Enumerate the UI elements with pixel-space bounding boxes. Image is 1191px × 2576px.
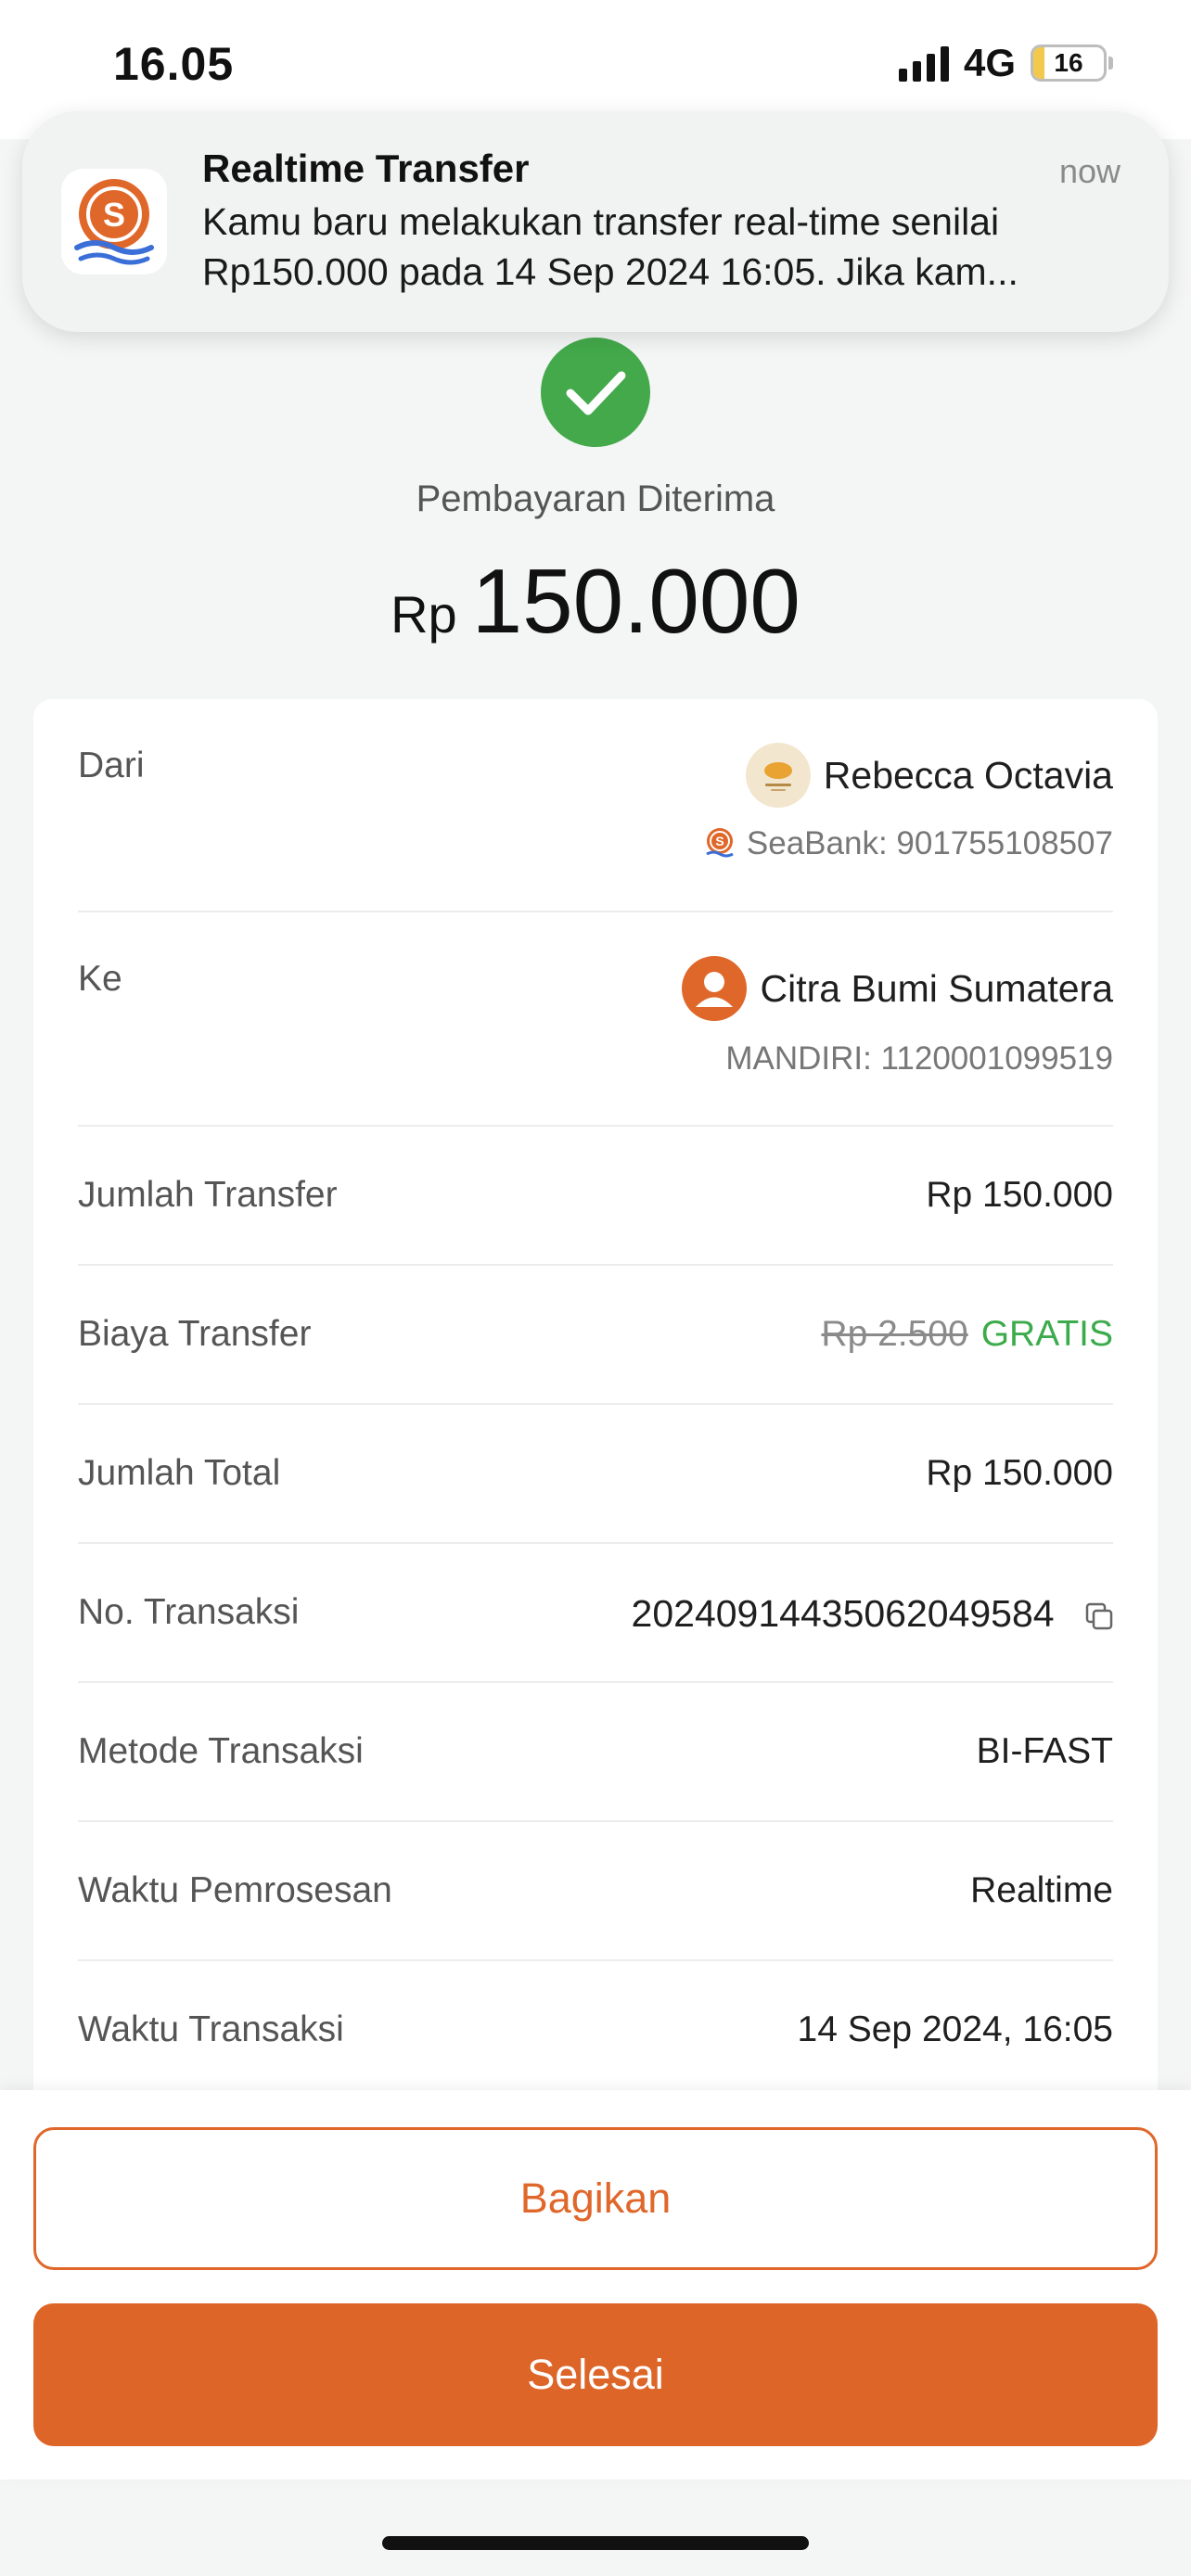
notification-time: now: [1058, 152, 1121, 190]
row-total-amount: Jumlah Total Rp 150.000: [78, 1405, 1113, 1544]
total-amount-value: Rp 150.000: [926, 1453, 1113, 1493]
sender-account: S SeaBank: 901755108507: [702, 825, 1113, 862]
amount-value: 150.000: [471, 550, 800, 652]
transaction-no-value: 20240914435062049584: [632, 1592, 1113, 1636]
bottom-action-bar: Bagikan Selesai: [0, 2090, 1191, 2480]
transfer-amount-value: Rp 150.000: [926, 1175, 1113, 1215]
row-transaction-no: No. Transaksi 20240914435062049584: [78, 1544, 1113, 1683]
sender-avatar-icon: [745, 743, 811, 808]
notification-app-icon: S: [61, 169, 167, 274]
seabank-logo-icon: S: [706, 828, 734, 858]
sender-account-text: SeaBank: 901755108507: [746, 825, 1113, 861]
row-from: Dari Rebecca Octavia S SeaBank: 90175510: [78, 699, 1113, 912]
transfer-receipt-screen: 16.05 4G 16 Pembayaran Diterima Rp 150.00…: [0, 0, 1191, 2576]
original-fee: Rp 2.500: [821, 1314, 968, 1354]
transaction-time-value: 14 Sep 2024, 16:05: [797, 2009, 1113, 2049]
user-avatar-icon: [682, 956, 748, 1021]
share-button[interactable]: Bagikan: [33, 2127, 1158, 2270]
notification-body: Kamu baru melakukan transfer real-time s…: [202, 197, 1130, 297]
recipient-name: Citra Bumi Sumatera: [682, 956, 1113, 1021]
push-notification[interactable]: S Realtime Transfer now Kamu baru melaku…: [22, 111, 1169, 332]
row-method: Metode Transaksi BI-FAST: [78, 1683, 1113, 1822]
notification-body-line-2: Rp150.000 pada 14 Sep 2024 16:05. Jika k…: [202, 250, 1018, 293]
battery-icon: 16: [1031, 45, 1107, 82]
status-time: 16.05: [113, 38, 235, 90]
method-value: BI-FAST: [976, 1731, 1113, 1771]
free-badge: GRATIS: [980, 1314, 1113, 1354]
notification-body-line-1: Kamu baru melakukan transfer real-time s…: [202, 200, 1000, 243]
transaction-no-label: No. Transaksi: [78, 1592, 300, 1632]
transaction-no-text: 20240914435062049584: [631, 1592, 1055, 1635]
battery-level: 16: [1054, 48, 1083, 77]
scroll-fade: [33, 2053, 1158, 2090]
done-button[interactable]: Selesai: [33, 2303, 1158, 2446]
to-label: Ke: [78, 959, 122, 999]
recipient-name-text: Citra Bumi Sumatera: [760, 966, 1113, 1010]
transaction-time-label: Waktu Transaksi: [78, 2009, 344, 2049]
status-indicators: 4G 16: [898, 41, 1113, 85]
notification-title: Realtime Transfer: [202, 147, 530, 190]
copy-icon[interactable]: [1085, 1602, 1113, 1630]
svg-text:S: S: [715, 834, 724, 848]
row-transfer-fee: Biaya Transfer Rp 2.500 GRATIS: [78, 1266, 1113, 1405]
check-circle-icon: [541, 338, 650, 447]
row-transfer-amount: Jumlah Transfer Rp 150.000: [78, 1127, 1113, 1266]
total-amount-label: Jumlah Total: [78, 1453, 281, 1493]
method-label: Metode Transaksi: [78, 1731, 364, 1771]
recipient-account: MANDIRI: 1120001099519: [725, 1040, 1113, 1077]
payment-status-text: Pembayaran Diterima: [416, 478, 775, 519]
transfer-fee-label: Biaya Transfer: [78, 1314, 312, 1354]
sender-name-text: Rebecca Octavia: [823, 753, 1113, 797]
processing-time-label: Waktu Pemrosesan: [78, 1870, 392, 1910]
from-label: Dari: [78, 746, 145, 785]
transfer-fee-value: Rp 2.500 GRATIS: [821, 1314, 1113, 1355]
network-label: 4G: [963, 41, 1016, 84]
transaction-details-card: Dari Rebecca Octavia S SeaBank: 90175510: [33, 699, 1158, 2090]
home-indicator[interactable]: [382, 2536, 809, 2550]
signal-icon: [898, 45, 949, 82]
svg-text:S: S: [103, 196, 125, 234]
amount-currency: Rp: [391, 585, 457, 644]
seabank-logo-icon: S: [74, 179, 154, 265]
row-to: Ke Citra Bumi Sumatera MANDIRI: 11200010…: [78, 912, 1113, 1127]
battery-nub: [1108, 57, 1113, 70]
payment-amount: Rp 150.000: [0, 549, 1191, 654]
sender-name: Rebecca Octavia: [745, 743, 1113, 808]
transfer-amount-label: Jumlah Transfer: [78, 1175, 338, 1215]
row-processing-time: Waktu Pemrosesan Realtime: [78, 1822, 1113, 1961]
processing-time-value: Realtime: [970, 1870, 1113, 1910]
